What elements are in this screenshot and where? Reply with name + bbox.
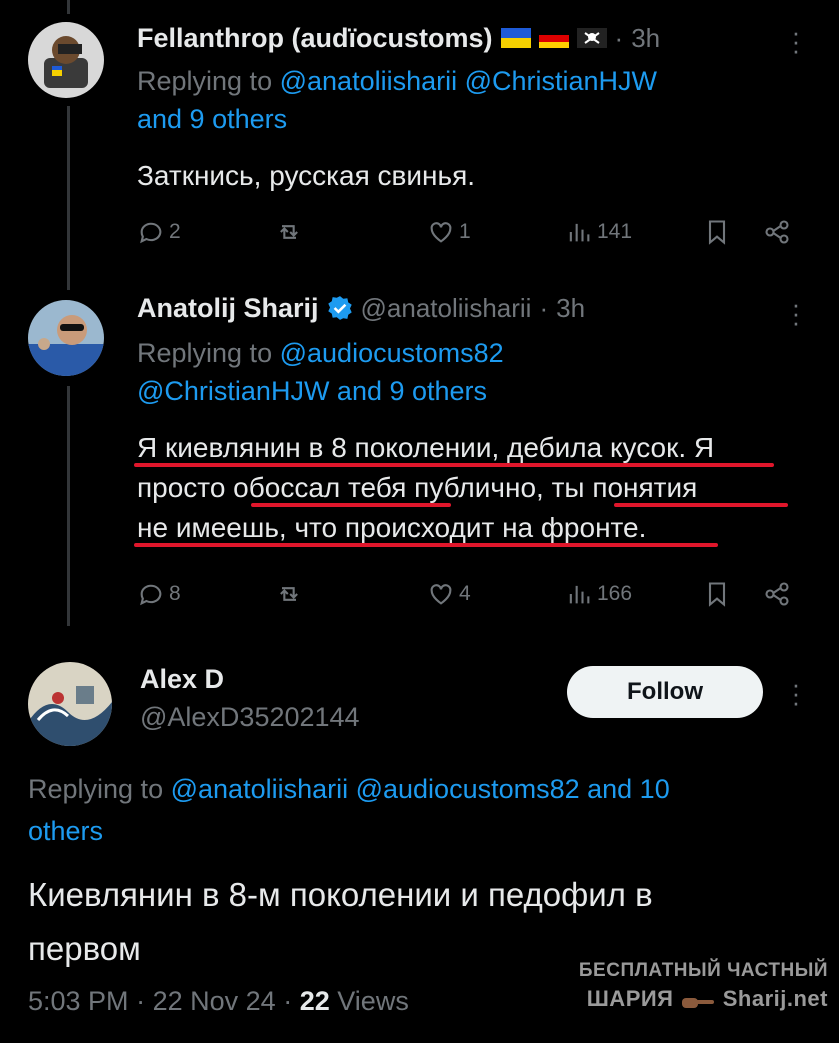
red-underline-2 <box>251 503 451 507</box>
post-time[interactable]: 3h <box>556 293 585 324</box>
thread-line-2 <box>67 386 70 626</box>
replying-to-1: Replying to @anatoliisharii @ChristianHJ… <box>137 62 797 138</box>
like-button[interactable]: 4 <box>427 580 471 608</box>
post-meta: 5:03 PM · 22 Nov 24 · 22 Views <box>28 986 409 1017</box>
author-handle[interactable]: @anatoliisharii <box>361 293 532 324</box>
replying-more[interactable]: and 9 others <box>137 104 287 134</box>
replying-handle-1[interactable]: @audiocustoms82 <box>280 338 504 368</box>
repost-button[interactable] <box>275 218 307 246</box>
post-time[interactable]: 3h <box>631 23 660 54</box>
post-time[interactable]: 5:03 PM <box>28 986 129 1016</box>
share-icon <box>765 582 789 606</box>
views-button[interactable]: 141 <box>565 218 632 246</box>
action-bar-1: 2 1 141 <box>137 218 817 248</box>
heart-icon <box>430 584 452 605</box>
share-button[interactable] <box>763 580 791 608</box>
germany-flag-icon <box>538 28 569 48</box>
views-count: 22 <box>299 986 330 1016</box>
tweet-text-line-2: просто обоссал тебя публично, ты понятия <box>137 472 698 503</box>
watermark-line-1: БЕСПЛАТНЫЙ ЧАСТНЫЙ <box>578 960 828 981</box>
avatar-anatolij-sharij[interactable] <box>28 300 104 376</box>
replying-prefix: Replying to <box>137 338 273 368</box>
bookmark-button[interactable] <box>703 218 731 246</box>
tweet-text-line-1: Я киевлянин в 8 поколении, дебила кусок.… <box>137 432 715 463</box>
separator-dot: · <box>283 986 293 1016</box>
more-options-icon[interactable]: · · · <box>790 19 802 63</box>
red-underline-4 <box>134 543 718 547</box>
replying-to-main: Replying to @anatoliisharii @audiocustom… <box>28 768 828 852</box>
bookmark-icon <box>708 220 726 245</box>
repost-icon <box>280 225 298 239</box>
main-author-handle[interactable]: @AlexD35202144 <box>140 702 360 733</box>
action-bar-2: 8 4 166 <box>137 580 817 610</box>
more-options-icon[interactable]: · · · <box>790 291 802 335</box>
replying-more[interactable]: others <box>28 816 103 846</box>
author-name[interactable]: Fellanthrop (audïocustoms) <box>137 23 493 54</box>
bookmark-icon <box>708 582 726 607</box>
separator-dot: · <box>539 292 549 323</box>
bookmark-button[interactable] <box>703 580 731 608</box>
author-name[interactable]: Anatolij Sharij <box>137 293 319 324</box>
tweet-text-1: Заткнись, русская свинья. <box>137 160 476 191</box>
red-underline-1 <box>134 463 774 467</box>
replying-handles[interactable]: @anatoliisharii @audiocustoms82 and 10 <box>171 774 670 804</box>
reply-icon <box>140 584 162 606</box>
ukraine-flag-icon <box>500 28 531 48</box>
pointing-hand-icon <box>680 991 716 1009</box>
views-count: 166 <box>597 582 633 605</box>
reply-button[interactable]: 2 <box>137 218 181 246</box>
separator-dot: · <box>136 986 146 1016</box>
replying-prefix: Replying to <box>137 66 273 96</box>
verified-badge-icon <box>327 295 353 321</box>
avatar-fellanthrop[interactable] <box>28 22 104 98</box>
watermark-site: Sharij.net <box>722 986 828 1011</box>
share-icon <box>765 220 789 244</box>
like-count: 4 <box>459 582 471 605</box>
tweet-text-2: Я киевлянин в 8 поколении, дебила кусок.… <box>137 428 817 548</box>
watermark: БЕСПЛАТНЫЙ ЧАСТНЫЙ ШАРИЯ Sharij.net <box>538 960 828 1012</box>
heart-icon <box>430 222 452 243</box>
views-button[interactable]: 166 <box>565 580 632 608</box>
red-underline-3 <box>614 503 788 507</box>
replying-handles[interactable]: @anatoliisharii @ChristianHJW <box>280 66 657 96</box>
views-icon <box>569 585 590 604</box>
tweet-text-line-3: не имеешь, что происходит на фронте. <box>137 512 647 543</box>
repost-icon <box>280 587 298 601</box>
views-label: Views <box>337 986 409 1016</box>
reply-count: 2 <box>169 220 181 243</box>
replying-handle-2[interactable]: @ChristianHJW and 9 others <box>137 376 487 406</box>
share-button[interactable] <box>763 218 791 246</box>
follow-button[interactable]: Follow <box>567 666 763 718</box>
watermark-line-2: ШАРИЯ Sharij.net <box>538 986 828 1012</box>
views-icon <box>569 223 590 242</box>
reply-button[interactable]: 8 <box>137 580 181 608</box>
separator-dot: · <box>614 22 624 53</box>
like-count: 1 <box>459 220 471 243</box>
reply-count: 8 <box>169 582 181 605</box>
author-row-1: Fellanthrop (audïocustoms) · 3h <box>137 20 660 56</box>
thread-line-top <box>67 0 70 14</box>
replying-to-2: Replying to @audiocustoms82 @ChristianHJ… <box>137 334 797 410</box>
avatar-alex-d[interactable] <box>28 662 112 746</box>
like-button[interactable]: 1 <box>427 218 471 246</box>
pirate-flag-icon <box>576 28 607 48</box>
replying-prefix: Replying to <box>28 774 164 804</box>
reply-icon <box>140 222 162 244</box>
post-date[interactable]: 22 Nov 24 <box>153 986 276 1016</box>
more-options-icon[interactable]: · · · <box>790 671 802 715</box>
thread-line-1 <box>67 106 70 290</box>
main-author-name[interactable]: Alex D <box>140 664 224 695</box>
main-tweet-line-1: Киевлянин в 8-м поколении и педофил в <box>28 876 653 913</box>
views-count: 141 <box>597 220 633 243</box>
watermark-name: ШАРИЯ <box>586 986 674 1011</box>
repost-button[interactable] <box>275 580 307 608</box>
author-row-2: Anatolij Sharij @anatoliisharii · 3h <box>137 290 585 326</box>
